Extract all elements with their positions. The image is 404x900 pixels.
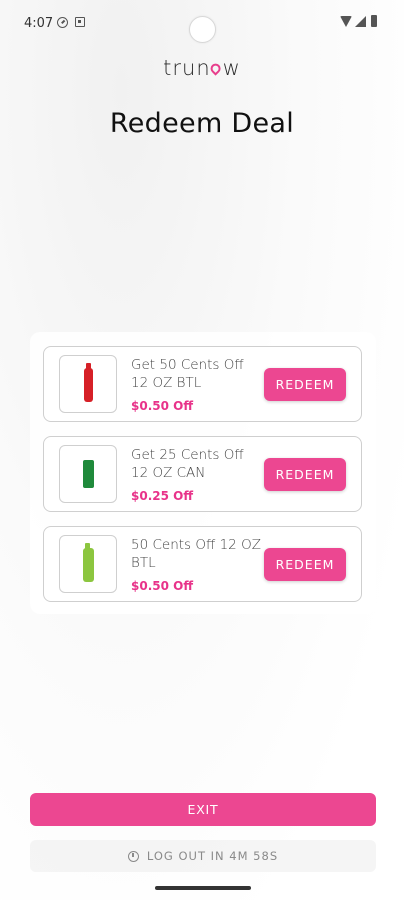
deal-discount: $0.25 Off <box>131 489 194 503</box>
deal-card: 50 Cents Off 12 OZ BTL $0.50 Off REDEEM <box>43 526 362 602</box>
deals-panel: Get 50 Cents Off 12 OZ BTL $0.50 Off RED… <box>30 332 376 614</box>
logout-timer-bar[interactable]: LOG OUT IN 4M 58S <box>30 840 376 872</box>
camera-cutout <box>189 16 216 43</box>
deal-card: Get 25 Cents Off 12 OZ CAN $0.25 Off RED… <box>43 436 362 512</box>
status-time: 4:07 <box>24 16 54 31</box>
battery-icon <box>371 15 377 27</box>
green-soda-can-icon <box>83 460 94 488</box>
status-icons <box>340 15 380 29</box>
wifi-icon <box>340 16 352 27</box>
redeem-button[interactable]: REDEEM <box>264 548 346 581</box>
deal-card: Get 50 Cents Off 12 OZ BTL $0.50 Off RED… <box>43 346 362 422</box>
deal-discount: $0.50 Off <box>131 399 194 413</box>
deal-title: 50 Cents Off 12 OZ BTL <box>131 537 261 571</box>
deal-title: Get 50 Cents Off 12 OZ BTL <box>131 357 244 391</box>
page-title: Redeem Deal <box>109 108 295 139</box>
timer-icon <box>127 850 139 862</box>
deal-image <box>59 535 117 593</box>
logo-text-right: w <box>222 56 241 80</box>
logo-text-left: trun <box>163 56 211 80</box>
redeem-button[interactable]: REDEEM <box>264 368 346 401</box>
home-indicator[interactable] <box>155 886 251 890</box>
deal-image <box>59 355 117 413</box>
redeem-button[interactable]: REDEEM <box>264 458 346 491</box>
accessibility-icon <box>75 17 85 27</box>
app-logo: trun w <box>0 56 404 80</box>
signal-icon <box>355 16 366 27</box>
deal-discount: $0.50 Off <box>131 579 194 593</box>
do-not-disturb-icon <box>57 17 68 28</box>
deal-image <box>59 445 117 503</box>
logout-text: LOG OUT IN 4M 58S <box>146 849 279 863</box>
green-soda-bottle-icon <box>83 543 94 582</box>
status-bar: 4:07 <box>0 0 404 44</box>
exit-button[interactable]: EXIT <box>30 793 376 826</box>
deal-title: Get 25 Cents Off 12 OZ CAN <box>131 447 244 481</box>
red-soda-bottle-icon <box>84 363 93 402</box>
